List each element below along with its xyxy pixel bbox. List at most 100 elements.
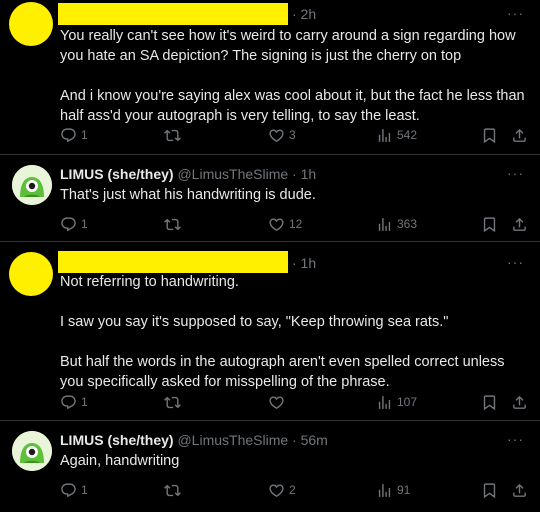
tweet-paragraph: Again, handwriting — [60, 453, 180, 469]
timestamp[interactable]: · 2h — [292, 6, 316, 22]
share-icon — [511, 216, 528, 233]
bookmark-button[interactable] — [481, 392, 498, 412]
handle[interactable]: @LimusTheSlime — [177, 166, 288, 182]
reply-icon — [60, 127, 77, 144]
reply-button[interactable]: 1 — [60, 125, 88, 145]
slime-avatar-icon — [12, 165, 52, 205]
reply-button[interactable]: 1 — [60, 480, 88, 500]
retweet-icon — [164, 216, 181, 233]
redacted-avatar[interactable] — [9, 252, 53, 296]
like-count: 12 — [289, 217, 303, 231]
like-icon — [268, 216, 285, 233]
reply-icon — [60, 394, 77, 411]
retweet-icon — [164, 482, 181, 499]
tweet-paragraph: I saw you say it's supposed to say, "Kee… — [60, 314, 449, 330]
share-button[interactable] — [511, 392, 528, 412]
retweet-button[interactable] — [164, 392, 185, 412]
like-button[interactable] — [268, 392, 289, 412]
bookmark-icon — [481, 394, 498, 411]
avatar[interactable] — [12, 165, 52, 205]
bookmark-icon — [481, 127, 498, 144]
tweet-paragraph: You really can't see how it's weird to c… — [60, 28, 516, 64]
bookmark-icon — [481, 216, 498, 233]
avatar[interactable] — [12, 431, 52, 471]
views-button[interactable]: 107 — [376, 392, 417, 412]
retweet-button[interactable] — [164, 214, 185, 234]
retweet-button[interactable] — [164, 125, 185, 145]
redacted-avatar[interactable] — [9, 2, 53, 46]
more-icon[interactable]: ··· — [507, 165, 524, 181]
bookmark-button[interactable] — [481, 480, 498, 500]
views-icon — [376, 127, 393, 144]
retweet-icon — [164, 394, 181, 411]
tweet-text: Not referring to handwriting. I saw you … — [60, 272, 530, 392]
like-count: 2 — [289, 483, 296, 497]
redacted-username — [58, 3, 288, 25]
tweet-paragraph: That's just what his handwriting is dude… — [60, 187, 316, 203]
views-count: 363 — [397, 217, 418, 231]
reply-count: 1 — [81, 217, 88, 231]
tweet-text: You really can't see how it's weird to c… — [60, 26, 530, 126]
reply-button[interactable]: 1 — [60, 214, 88, 234]
like-button[interactable]: 2 — [268, 480, 296, 500]
like-button[interactable]: 12 — [268, 214, 302, 234]
tweet-paragraph: And i know you're saying alex was cool a… — [60, 88, 525, 124]
tweet-actions: 1 107 — [60, 392, 530, 412]
tweet-1[interactable]: · 2h ··· You really can't see how it's w… — [0, 0, 540, 150]
more-icon[interactable]: ··· — [507, 254, 524, 270]
share-button[interactable] — [511, 125, 528, 145]
more-icon[interactable]: ··· — [507, 5, 524, 21]
tweet-actions: 1 2 91 — [60, 480, 530, 500]
views-count: 542 — [397, 128, 418, 142]
timestamp[interactable]: · 56m — [292, 432, 328, 448]
bookmark-button[interactable] — [481, 214, 498, 234]
views-icon — [376, 482, 393, 499]
like-count: 3 — [289, 128, 296, 142]
tweet-2[interactable]: LIMUS (she/they) @LimusTheSlime · 1h ···… — [0, 155, 540, 240]
views-count: 107 — [397, 395, 418, 409]
reply-count: 1 — [81, 395, 88, 409]
bookmark-button[interactable] — [481, 125, 498, 145]
share-icon — [511, 482, 528, 499]
author-row: LIMUS (she/they) @LimusTheSlime · 56m — [60, 432, 328, 448]
reply-icon — [60, 216, 77, 233]
like-button[interactable]: 3 — [268, 125, 296, 145]
display-name[interactable]: LIMUS (she/they) — [60, 166, 174, 182]
retweet-icon — [164, 127, 181, 144]
reply-button[interactable]: 1 — [60, 392, 88, 412]
reply-count: 1 — [81, 483, 88, 497]
retweet-button[interactable] — [164, 480, 185, 500]
like-icon — [268, 127, 285, 144]
reply-count: 1 — [81, 128, 88, 142]
like-icon — [268, 394, 285, 411]
timestamp[interactable]: · 1h — [292, 166, 316, 182]
slime-avatar-icon — [12, 431, 52, 471]
tweet-actions: 1 12 363 — [60, 214, 530, 234]
views-button[interactable]: 363 — [376, 214, 417, 234]
tweet-text: Again, handwriting — [60, 451, 530, 471]
more-icon[interactable]: ··· — [507, 431, 524, 447]
display-name[interactable]: LIMUS (she/they) — [60, 432, 174, 448]
share-icon — [511, 127, 528, 144]
tweet-4[interactable]: LIMUS (she/they) @LimusTheSlime · 56m ··… — [0, 421, 540, 512]
tweet-paragraph: Not referring to handwriting. — [60, 274, 239, 290]
share-button[interactable] — [511, 480, 528, 500]
views-icon — [376, 394, 393, 411]
like-icon — [268, 482, 285, 499]
timestamp[interactable]: · 1h — [292, 255, 316, 271]
tweet-actions: 1 3 542 — [60, 125, 530, 145]
tweet-paragraph: But half the words in the autograph aren… — [60, 354, 505, 390]
reply-icon — [60, 482, 77, 499]
views-button[interactable]: 542 — [376, 125, 417, 145]
views-count: 91 — [397, 483, 411, 497]
author-row: LIMUS (she/they) @LimusTheSlime · 1h — [60, 166, 316, 182]
views-button[interactable]: 91 — [376, 480, 410, 500]
views-icon — [376, 216, 393, 233]
tweet-text: That's just what his handwriting is dude… — [60, 185, 530, 205]
redacted-username — [58, 251, 288, 273]
share-icon — [511, 394, 528, 411]
handle[interactable]: @LimusTheSlime — [177, 432, 288, 448]
share-button[interactable] — [511, 214, 528, 234]
bookmark-icon — [481, 482, 498, 499]
tweet-3[interactable]: · 1h ··· Not referring to handwriting. I… — [0, 242, 540, 418]
